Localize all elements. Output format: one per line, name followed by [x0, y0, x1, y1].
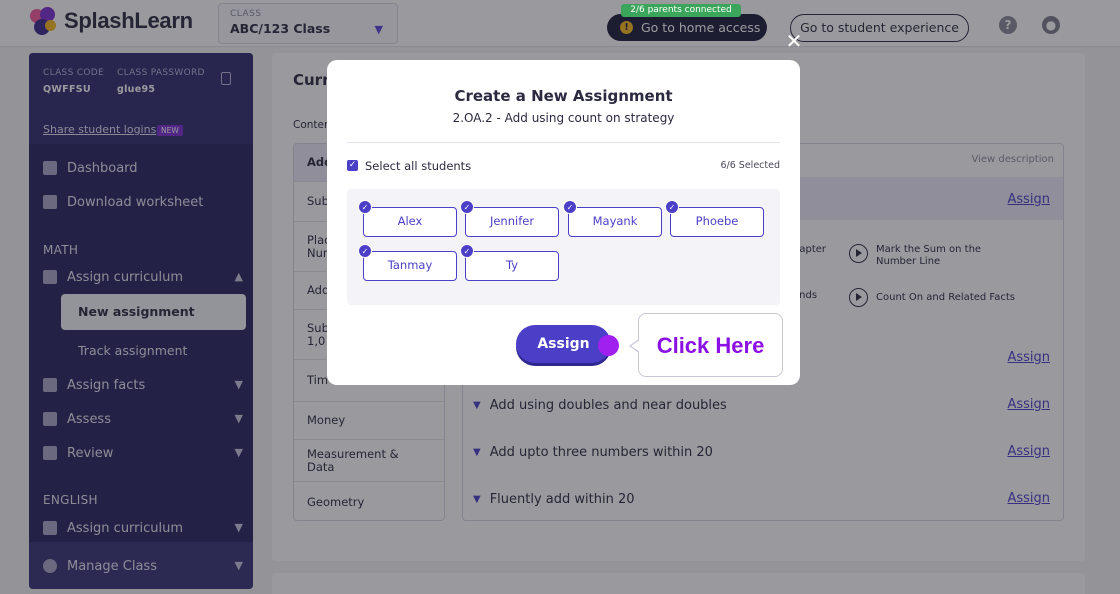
select-all-label[interactable]: Select all students — [365, 159, 471, 173]
check-icon: ✓ — [460, 244, 474, 258]
modal-title: Create a New Assignment — [454, 87, 673, 105]
selected-count: 6/6 Selected — [720, 160, 781, 171]
click-indicator-dot — [598, 335, 619, 356]
student-name: Mayank — [592, 214, 638, 228]
student-chip[interactable]: ✓ Phoebe — [665, 200, 764, 237]
student-chip[interactable]: ✓ Ty — [460, 244, 559, 281]
student-chip[interactable]: ✓ Jennifer — [460, 200, 559, 237]
check-icon: ✓ — [358, 200, 372, 214]
select-all-checkbox[interactable]: ✓ — [347, 160, 358, 171]
student-name: Ty — [505, 258, 519, 272]
student-name: Phoebe — [695, 214, 739, 228]
student-chip[interactable]: ✓ Mayank — [563, 200, 662, 237]
student-list: ✓ Alex ✓ Jennifer ✓ Mayank ✓ Phoebe ✓ Ta… — [347, 189, 780, 305]
student-name: Tanmay — [387, 258, 433, 272]
close-icon[interactable]: ✕ — [784, 31, 804, 51]
modal-subtitle: 2.OA.2 - Add using count on strategy — [452, 111, 675, 125]
check-icon: ✓ — [460, 200, 474, 214]
assign-button[interactable]: Assign — [516, 325, 611, 363]
student-chip[interactable]: ✓ Alex — [358, 200, 457, 237]
parents-connected-badge: 2/6 parents connected — [621, 4, 741, 17]
check-icon: ✓ — [358, 244, 372, 258]
student-name: Alex — [397, 214, 423, 228]
click-here-callout: Click Here — [629, 313, 783, 377]
student-chip[interactable]: ✓ Tanmay — [358, 244, 457, 281]
check-icon: ✓ — [563, 200, 577, 214]
divider — [347, 142, 780, 143]
check-icon: ✓ — [665, 200, 679, 214]
student-name: Jennifer — [489, 214, 535, 228]
